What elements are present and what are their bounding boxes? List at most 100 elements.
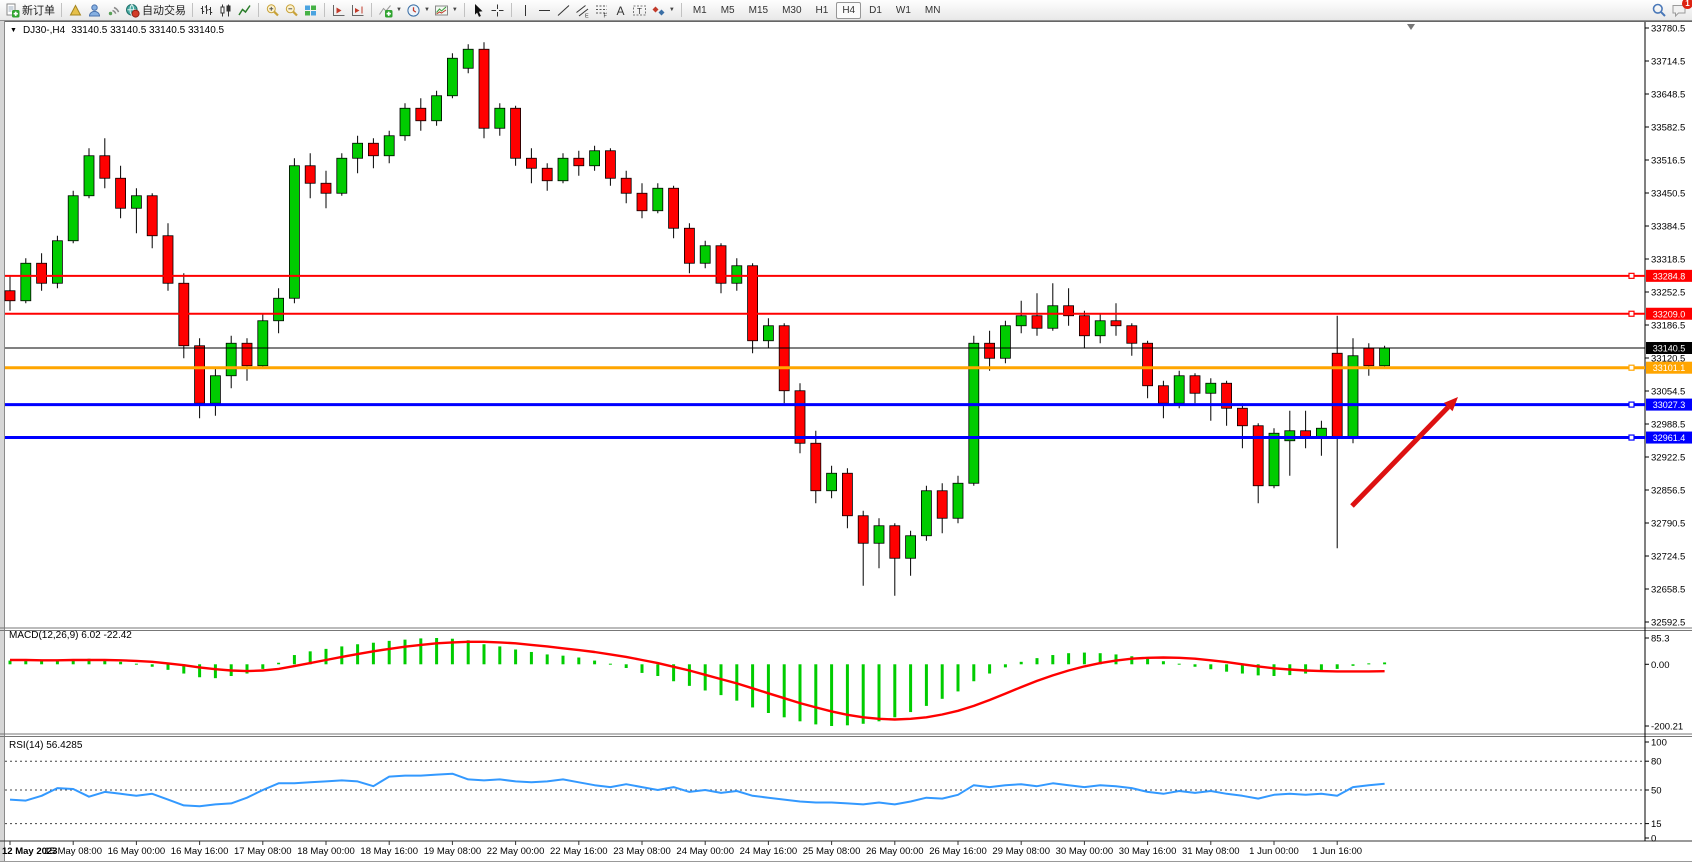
svg-text:50: 50 [1651, 786, 1662, 797]
svg-text:30 May 16:00: 30 May 16:00 [1119, 846, 1177, 857]
zoom-in-button[interactable] [263, 1, 282, 19]
timeframe-m5[interactable]: M5 [715, 2, 741, 19]
timeframe-h4[interactable]: H4 [836, 2, 861, 19]
svg-text:31 May 08:00: 31 May 08:00 [1182, 846, 1240, 857]
svg-text:32961.4: 32961.4 [1653, 433, 1686, 443]
candlestick-chart-button[interactable] [216, 1, 235, 19]
arrows-button[interactable]: ▼ [649, 1, 677, 19]
toolbar-separator [324, 3, 325, 17]
text-button[interactable]: A [611, 1, 630, 19]
autoscroll-icon [331, 3, 346, 18]
templates-button[interactable]: ▼ [432, 1, 460, 19]
svg-text:26 May 00:00: 26 May 00:00 [866, 846, 924, 857]
svg-text:16 May 00:00: 16 May 00:00 [108, 846, 166, 857]
timeframe-w1[interactable]: W1 [890, 2, 917, 19]
toolbar: 新订单 自动交易 ▼ ▼ ▼ E F A T ▼ M1M5M15M30H1H4D… [0, 0, 1692, 21]
new-order-button[interactable]: 新订单 [3, 1, 57, 19]
chevron-down-icon: ▼ [452, 7, 458, 13]
text-a-icon: A [613, 3, 628, 18]
svg-text:15 May 08:00: 15 May 08:00 [44, 846, 102, 857]
text-label-button[interactable]: T [630, 1, 649, 19]
toolbar-separator [192, 3, 193, 17]
trendline-button[interactable] [554, 1, 573, 19]
bar-chart-button[interactable] [197, 1, 216, 19]
chat-button[interactable]: 1 [1669, 1, 1689, 19]
svg-text:1 Jun 16:00: 1 Jun 16:00 [1312, 846, 1362, 857]
autotrade-icon [125, 3, 140, 18]
svg-text:33252.5: 33252.5 [1651, 288, 1685, 299]
periods-button[interactable]: ▼ [404, 1, 432, 19]
svg-text:16 May 16:00: 16 May 16:00 [171, 846, 229, 857]
macd-label: MACD(12,26,9) 6.02 -22.42 [9, 630, 132, 641]
timeframe-m1[interactable]: M1 [687, 2, 713, 19]
fibonacci-button[interactable]: F [592, 1, 611, 19]
clock-icon [406, 3, 421, 18]
svg-text:29 May 08:00: 29 May 08:00 [992, 846, 1050, 857]
cursor-button[interactable] [469, 1, 488, 19]
timeframe-h1[interactable]: H1 [810, 2, 835, 19]
timeframe-group: M1M5M15M30H1H4D1W1MN [686, 2, 948, 19]
timeframe-d1[interactable]: D1 [863, 2, 888, 19]
search-button[interactable] [1649, 1, 1669, 19]
chart-shift-button[interactable] [348, 1, 367, 19]
trendline-icon [556, 3, 571, 18]
svg-text:18 May 00:00: 18 May 00:00 [297, 846, 355, 857]
equidistant-channel-button[interactable]: E [573, 1, 592, 19]
svg-text:32988.5: 32988.5 [1651, 420, 1685, 431]
svg-text:17 May 08:00: 17 May 08:00 [234, 846, 292, 857]
signal-icon [106, 3, 121, 18]
svg-text:E: E [585, 13, 589, 18]
tile-windows-icon [303, 3, 318, 18]
symbol-quotes: 33140.5 33140.5 33140.5 33140.5 [71, 25, 224, 36]
chevron-down-icon: ▼ [424, 7, 430, 13]
svg-text:33209.0: 33209.0 [1653, 309, 1686, 319]
template-icon [434, 3, 449, 18]
svg-text:32790.5: 32790.5 [1651, 519, 1685, 530]
symbol-name: DJ30-,H4 [23, 25, 65, 36]
svg-text:33140.5: 33140.5 [1653, 344, 1686, 354]
timeframe-mn[interactable]: MN [919, 2, 947, 19]
svg-text:32724.5: 32724.5 [1651, 552, 1685, 563]
tile-windows-button[interactable] [301, 1, 320, 19]
profile-button[interactable] [85, 1, 104, 19]
crosshair-button[interactable] [488, 1, 507, 19]
svg-text:1 Jun 00:00: 1 Jun 00:00 [1249, 846, 1299, 857]
svg-text:33318.5: 33318.5 [1651, 255, 1685, 266]
svg-text:33186.5: 33186.5 [1651, 321, 1685, 332]
zoom-out-button[interactable] [282, 1, 301, 19]
horizontal-line-button[interactable] [535, 1, 554, 19]
indicators-button[interactable]: ▼ [376, 1, 404, 19]
zoom-in-icon [265, 3, 280, 18]
signals-button[interactable] [104, 1, 123, 19]
svg-text:23 May 08:00: 23 May 08:00 [613, 846, 671, 857]
line-chart-button[interactable] [235, 1, 254, 19]
svg-text:26 May 16:00: 26 May 16:00 [929, 846, 987, 857]
person-icon [87, 3, 102, 18]
toolbar-separator [371, 3, 372, 17]
svg-text:32592.5: 32592.5 [1651, 618, 1685, 629]
svg-text:32856.5: 32856.5 [1651, 486, 1685, 497]
svg-text:100: 100 [1651, 738, 1667, 749]
quotes-button[interactable] [66, 1, 85, 19]
chevron-down-icon: ▼ [669, 7, 675, 13]
rsi-label: RSI(14) 56.4285 [9, 740, 82, 751]
symbol-dropdown-icon[interactable]: ▼ [10, 27, 17, 34]
crosshair-icon [490, 3, 505, 18]
chart-canvas[interactable]: 33780.533714.533648.533582.533516.533450… [0, 21, 1692, 862]
cursor-icon [471, 3, 486, 18]
svg-text:15: 15 [1651, 819, 1662, 830]
search-icon [1651, 2, 1667, 18]
autoscroll-button[interactable] [329, 1, 348, 19]
autotrade-label: 自动交易 [142, 2, 186, 18]
svg-text:33027.3: 33027.3 [1653, 400, 1686, 410]
svg-text:0.00: 0.00 [1651, 660, 1670, 671]
chart-region: 33780.533714.533648.533582.533516.533450… [0, 21, 1692, 862]
autotrade-button[interactable]: 自动交易 [123, 1, 188, 19]
timeframe-m15[interactable]: M15 [743, 2, 774, 19]
svg-text:24 May 16:00: 24 May 16:00 [740, 846, 798, 857]
svg-text:19 May 08:00: 19 May 08:00 [424, 846, 482, 857]
svg-text:33284.8: 33284.8 [1653, 271, 1686, 281]
vertical-line-button[interactable] [516, 1, 535, 19]
timeframe-m30[interactable]: M30 [776, 2, 807, 19]
svg-text:33450.5: 33450.5 [1651, 189, 1685, 200]
